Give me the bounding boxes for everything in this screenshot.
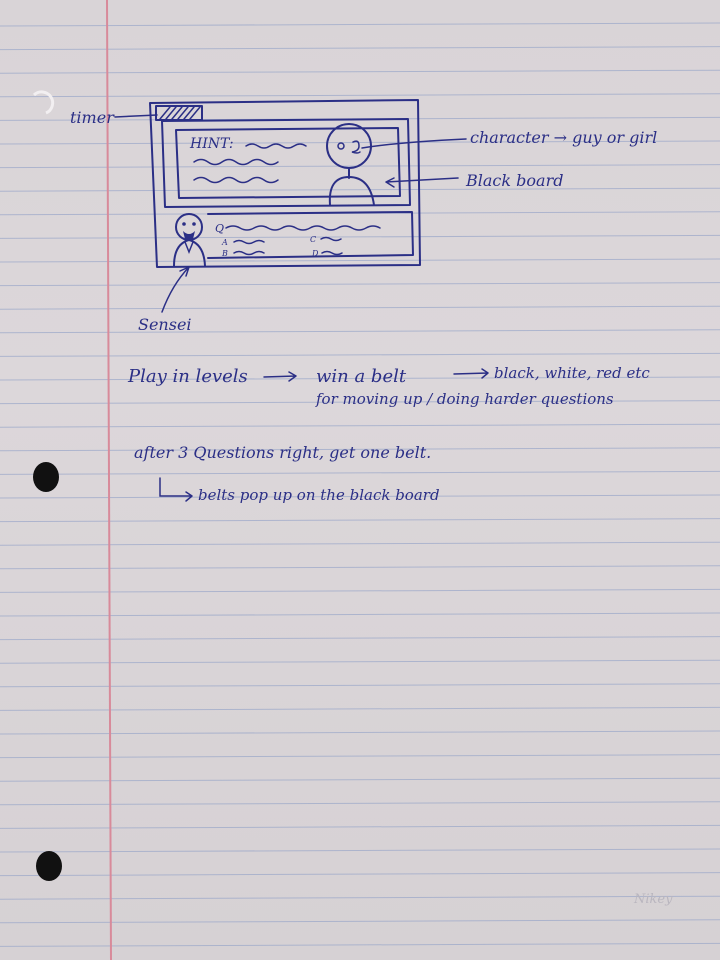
note-belts-pop-up: belts pop up on the black board xyxy=(198,486,440,504)
ruled-line xyxy=(0,824,720,829)
sketch-canvas: HINT: Q A B C D timer character → guy or… xyxy=(0,0,720,960)
ruled-line xyxy=(0,659,720,664)
ruled-line xyxy=(0,636,720,641)
ruled-line xyxy=(0,754,720,759)
option-b-squiggle xyxy=(233,250,265,256)
label-blackboard: Black board xyxy=(465,171,563,190)
punch-hole-middle xyxy=(33,462,59,492)
ruled-line xyxy=(0,612,720,617)
ruled-line xyxy=(0,588,720,593)
hint-squiggle-1 xyxy=(245,143,307,149)
option-d-squiggle xyxy=(321,250,343,256)
blackboard-outer xyxy=(161,118,411,208)
question-letter: Q xyxy=(215,222,224,235)
ruled-line xyxy=(0,872,720,877)
option-c: C xyxy=(310,235,316,244)
ruled-line xyxy=(0,801,720,806)
timer-hatch xyxy=(159,106,201,120)
ruled-line xyxy=(0,730,720,735)
arrow-blackboard xyxy=(385,177,459,188)
ruled-line xyxy=(0,565,720,570)
label-character: character → guy or girl xyxy=(470,128,657,147)
notebook-page: HINT: Q A B C D timer character → guy or… xyxy=(0,0,720,960)
ruled-line xyxy=(0,683,720,688)
screen-frame xyxy=(149,99,421,268)
label-sensei: Sensei xyxy=(138,315,192,334)
ruled-line xyxy=(0,848,720,853)
arrow-character xyxy=(361,138,467,149)
ruled-line xyxy=(0,919,720,924)
hint-label: HINT: xyxy=(189,136,234,152)
label-timer: timer xyxy=(70,108,115,127)
signature-watermark: Nikey xyxy=(633,892,673,907)
ruled-line xyxy=(0,706,720,711)
option-d: D xyxy=(311,249,319,258)
game-screen-wireframe: HINT: Q A B C D xyxy=(149,99,421,268)
option-b: B xyxy=(221,249,228,258)
option-a-squiggle xyxy=(233,239,265,245)
note-belt-colors: black, white, red etc xyxy=(494,364,650,382)
option-c-squiggle xyxy=(320,236,342,242)
ruled-line xyxy=(0,518,720,523)
option-a: A xyxy=(221,238,228,247)
punch-hole-bottom xyxy=(36,851,62,881)
note-play-in-levels: Play in levels xyxy=(127,366,248,387)
question-squiggle xyxy=(225,225,381,231)
hint-squiggle-2 xyxy=(193,158,279,166)
arrow-sensei xyxy=(161,266,190,313)
ruled-line xyxy=(0,541,720,546)
ruled-line xyxy=(0,895,720,900)
note-three-questions: after 3 Questions right, get one belt. xyxy=(134,443,431,462)
punch-hole-top xyxy=(32,90,55,115)
character-figure xyxy=(326,123,375,206)
arrow-note-2 xyxy=(453,368,489,379)
ruled-line xyxy=(0,942,720,947)
note-win-a-belt: win a belt xyxy=(316,366,407,387)
ruled-line xyxy=(0,777,720,782)
arrow-note-1 xyxy=(263,371,297,382)
hint-squiggle-3 xyxy=(193,176,279,184)
note-moving-up: for moving up / doing harder questions xyxy=(315,390,614,408)
sensei-figure xyxy=(173,213,206,267)
